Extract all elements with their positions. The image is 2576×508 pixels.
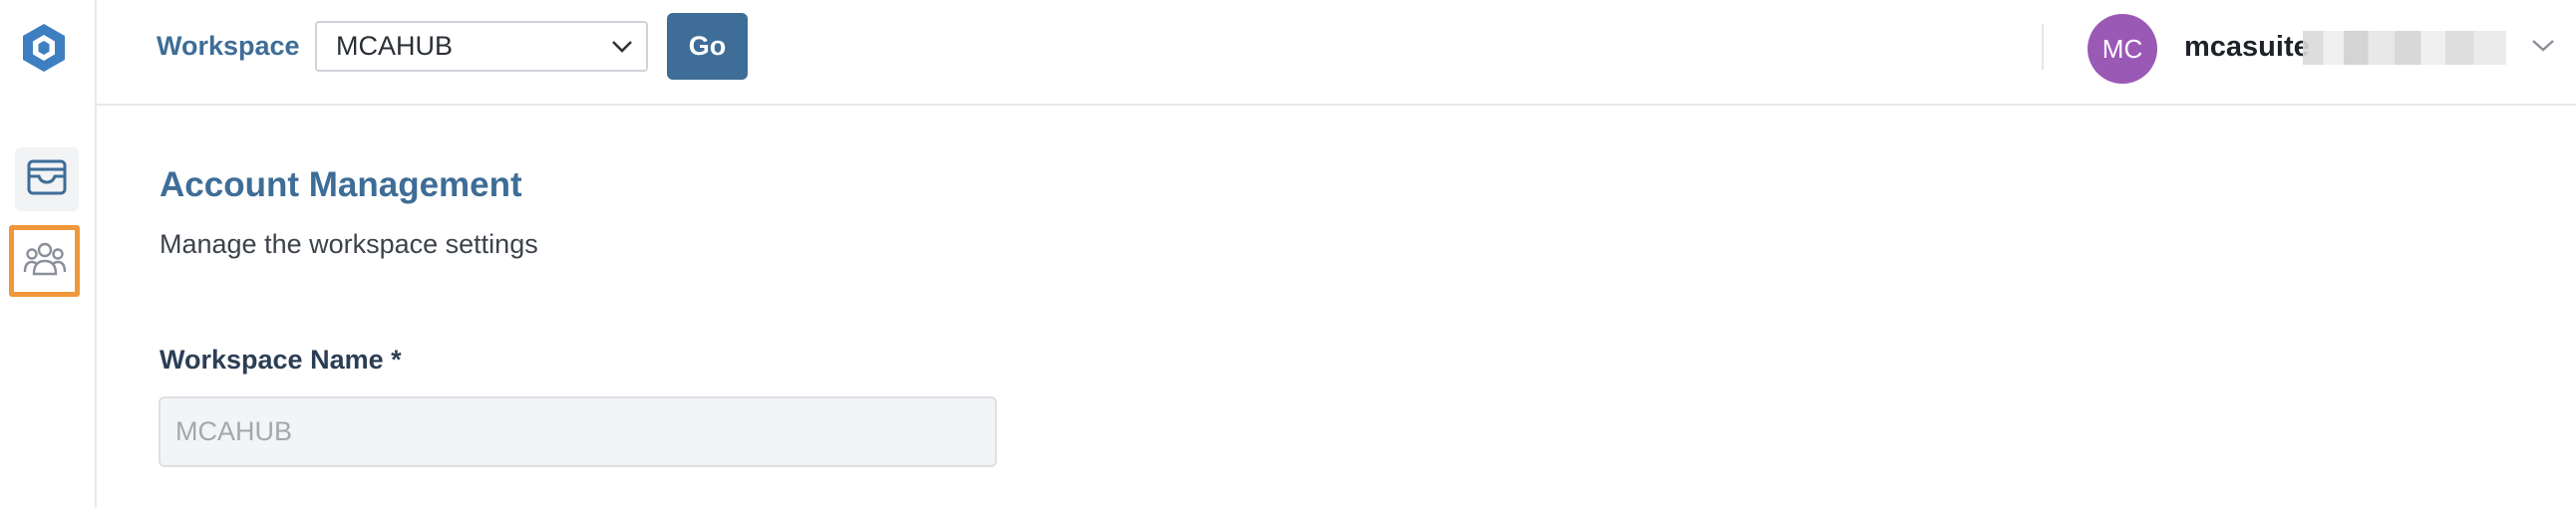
top-header: Workspace MCAHUB Go MC mcasuite (97, 0, 2576, 106)
sidebar-item-workspace[interactable] (15, 147, 79, 211)
avatar[interactable]: MC (2088, 14, 2157, 84)
header-divider (2042, 24, 2044, 70)
workspace-name-field[interactable] (159, 396, 997, 467)
user-name[interactable]: mcasuite (2184, 28, 2310, 66)
workspace-label: Workspace (157, 31, 300, 61)
chevron-down-icon[interactable] (2530, 36, 2556, 56)
page-title: Account Management (160, 165, 522, 204)
workspace-select[interactable]: MCAHUB (315, 21, 648, 72)
hexagon-logo-icon[interactable] (20, 22, 68, 74)
users-group-icon (23, 241, 67, 282)
page-subtitle: Manage the workspace settings (160, 229, 538, 259)
sidebar-item-users[interactable] (9, 225, 80, 297)
workspace-select-value: MCAHUB (336, 31, 454, 61)
redacted-username-block (2303, 31, 2506, 65)
chevron-down-icon (610, 37, 634, 57)
workspace-name-label: Workspace Name * (160, 345, 402, 375)
inbox-tray-icon (27, 159, 67, 200)
sidebar (0, 0, 97, 508)
go-button[interactable]: Go (667, 13, 748, 80)
